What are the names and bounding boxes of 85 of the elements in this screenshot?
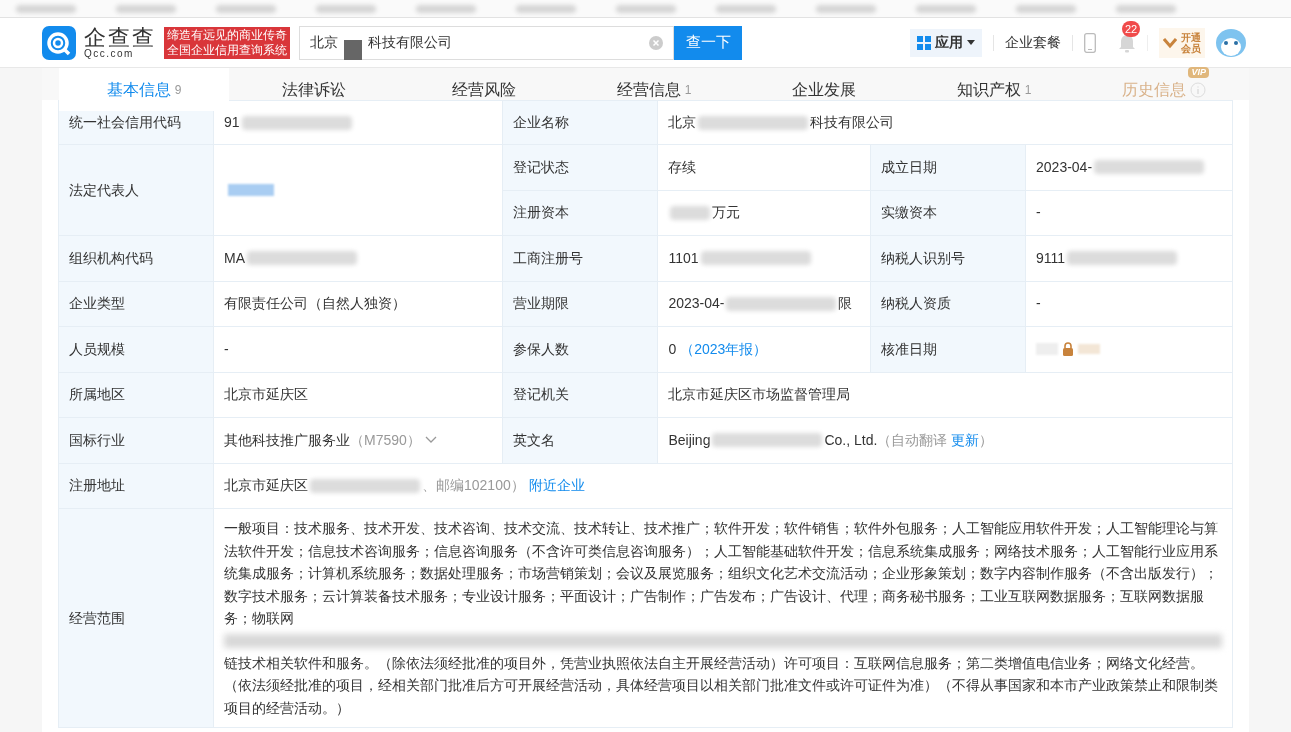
package-link[interactable]: 企业套餐	[1005, 32, 1061, 53]
slogan-text: 缔造有远见的商业传奇	[167, 27, 287, 43]
chevron-down-icon[interactable]	[424, 436, 437, 445]
redaction-blur	[228, 184, 274, 196]
field-label: 英文名	[513, 431, 556, 448]
redaction-blur	[670, 205, 711, 220]
field-label: 企业类型	[69, 295, 125, 312]
member-text: 开通	[1181, 31, 1201, 43]
link[interactable]: 附近企业	[528, 475, 585, 497]
link[interactable]: 更新	[951, 429, 980, 451]
field-label: 登记状态	[513, 158, 570, 175]
phone-icon[interactable]	[1084, 32, 1096, 53]
logo-domain: Qcc.com	[84, 48, 135, 59]
value-text: 有限责任公司（自然人独资）	[224, 294, 406, 314]
value-text: 北京市延庆区	[224, 385, 308, 405]
value-text: 万元	[712, 203, 741, 223]
business-scope-text: 一般项目：技术服务、技术开发、技术咨询、技术交流、技术转让、技术推广；软件开发；软件销售；软件外包服务；人工智能应用软件开发；人工智能理论与算法软件开发；信息技术咨询服务；信息咨询服务（不含许可类信息咨询服务）；人工智能基础软件开发；信息系统集成服务；网络技术服务；人工智能行业应用系统集成服务；计算机系统服务；数据处理服务；市场营销策划；会议及展览服务；组织文化艺术交流活动；企业形象策划；数字内容制作服务（不含出版发行）；数字技术服务；云计算装备技术服务；专业设计服务；平面设计；广告制作；广告发布；广告设计、代理；商务秘书服务；工业互联网数据服务；互联网数据服务；物联网	[224, 519, 1219, 628]
redaction-blur	[344, 39, 362, 60]
notification-badge: 22	[1122, 20, 1141, 37]
value-text: Beijing	[668, 430, 711, 450]
field-label: 企业名称	[513, 114, 570, 130]
search-text: 科技有限公司	[368, 33, 452, 52]
tab[interactable]: 知识产权 1	[909, 68, 1079, 111]
value-text: 存续	[668, 157, 697, 177]
value-text: -	[1036, 294, 1041, 314]
muted-text: （M7590）	[350, 430, 421, 450]
value-text: 9111	[1036, 248, 1066, 268]
value-text: 91	[224, 113, 240, 132]
vip-badge: VIP	[1188, 67, 1209, 78]
field-label: 国标行业	[69, 431, 125, 448]
field-label: 注册资本	[513, 204, 570, 221]
field-label: 参保人数	[513, 340, 570, 357]
apps-button[interactable]: 应用	[910, 28, 982, 57]
value-text: 2023-04-	[1036, 157, 1093, 177]
field-label: 成立日期	[881, 158, 938, 175]
value-text: Co., Ltd.	[824, 430, 878, 450]
search-button[interactable]: 查一下	[674, 25, 742, 60]
search-field[interactable]: 北京 科技有限公司	[299, 25, 674, 60]
value-text: 1101	[668, 248, 699, 268]
field-label: 法定代表人	[69, 181, 139, 198]
field-label: 注册地址	[69, 477, 125, 494]
tab[interactable]: 经营风险	[399, 68, 569, 111]
field-label: 统一社会信用代码	[69, 114, 181, 130]
field-label: 登记机关	[513, 386, 570, 403]
field-label: 人员规模	[69, 340, 125, 357]
value-text: 北京市延庆区	[224, 476, 308, 496]
field-label: 实缴资本	[881, 204, 938, 221]
field-label: 组织机构代码	[69, 249, 153, 266]
value-text: 2023-04-	[668, 294, 725, 314]
caret-icon	[967, 40, 975, 45]
value-text: MA	[224, 248, 245, 268]
value-text: -	[224, 339, 229, 359]
search-text: 北京	[310, 33, 338, 52]
field-label: 纳税人识别号	[881, 249, 966, 266]
avatar-icon[interactable]	[1215, 27, 1247, 58]
value-text: 0	[668, 339, 677, 359]
grid-icon	[917, 35, 931, 50]
link[interactable]: （2023年报）	[680, 338, 768, 360]
value-text: 北京	[668, 113, 697, 132]
value-text: 限	[838, 294, 853, 314]
tab[interactable]: 法律诉讼	[229, 68, 399, 111]
field-label: 工商注册号	[513, 249, 584, 266]
value-text: 科技有限公司	[810, 113, 895, 132]
tab[interactable]: 基本信息 9	[59, 68, 229, 111]
value-text: 北京市延庆区市场监督管理局	[668, 385, 851, 405]
value-text: -	[1036, 203, 1041, 223]
business-scope-text: 链技术相关软件和服务。（除依法须经批准的项目外，凭营业执照依法自主开展经营活动）许可项目：互联网信息服务；第二类增值电信业务；网络文化经营。（依法须经批准的项目，经相关部门批准后方可开展经营活动，具体经营项目以相关部门批准文件或许可证件为准）（不得从事国家和本市产业政策禁止和限制类项目的经营活动。）	[224, 653, 1219, 718]
value-text: 其他科技推广服务业	[224, 430, 350, 450]
slogan-text: 全国企业信用查询系统	[167, 42, 287, 58]
tab[interactable]: 企业发展	[739, 68, 909, 111]
field-label: 所属地区	[69, 386, 125, 403]
lock-icon	[1062, 342, 1075, 357]
logo-text: 企查查	[84, 26, 156, 49]
muted-text: 、邮编102100）	[422, 476, 525, 496]
logo-icon[interactable]	[42, 25, 76, 60]
muted-text: ）	[979, 430, 994, 450]
redaction-blur	[1078, 344, 1101, 355]
field-label: 纳税人资质	[881, 295, 952, 312]
field-label: 经营范围	[69, 609, 125, 626]
field-label: 核准日期	[881, 340, 938, 357]
chevron-down-icon	[1163, 36, 1177, 49]
field-label: 营业期限	[513, 295, 570, 312]
tab[interactable]: 经营信息 1	[569, 68, 739, 111]
member-text: 会员	[1181, 42, 1201, 54]
muted-text: （自动翻译	[877, 430, 948, 450]
